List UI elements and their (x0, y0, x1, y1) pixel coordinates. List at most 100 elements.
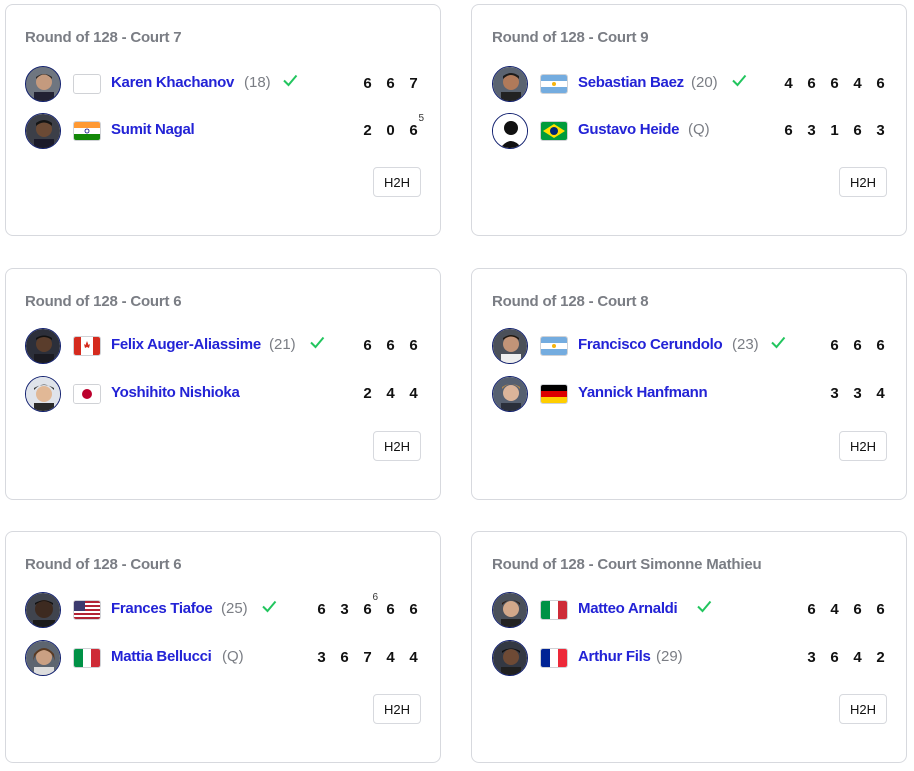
set-score: 3 (807, 122, 816, 139)
flag-icon (540, 384, 568, 404)
flag-icon (540, 600, 568, 620)
set-score: 6 (830, 75, 839, 92)
h2h-button[interactable]: H2H (373, 694, 421, 724)
player-seed: (29) (656, 648, 683, 665)
set-score-value: 6 (409, 122, 418, 139)
set-scores: 6 6 6 (356, 337, 425, 357)
player-row: Matteo Arnaldi 6 4 6 6 (492, 592, 892, 630)
set-scores: 3 6 4 2 (800, 649, 892, 669)
set-score: 4 (876, 385, 885, 402)
player-seed: (23) (732, 336, 759, 353)
h2h-button[interactable]: H2H (373, 431, 421, 461)
set-score: 6 (853, 337, 862, 354)
set-score: 6 (807, 601, 816, 618)
match-round-court: Round of 128 - Court 6 (25, 556, 182, 573)
player-name[interactable]: Gustavo Heide (578, 121, 679, 138)
set-score: 6 (853, 601, 862, 618)
player-row: Arthur Fils (29) 3 6 4 2 (492, 640, 892, 678)
set-score: 2 (363, 122, 372, 139)
h2h-button[interactable]: H2H (839, 694, 887, 724)
match-round-court: Round of 128 - Court 6 (25, 293, 182, 310)
player-name[interactable]: Felix Auger-Aliassime (111, 336, 261, 353)
player-name[interactable]: Yannick Hanfmann (578, 384, 708, 401)
player-seed: (25) (221, 600, 248, 617)
player-name[interactable]: Frances Tiafoe (111, 600, 213, 617)
set-score: 3 (876, 122, 885, 139)
player-avatar[interactable] (25, 66, 61, 102)
set-score: 2 (363, 385, 372, 402)
set-score: 7 (363, 649, 372, 666)
player-avatar[interactable] (25, 376, 61, 412)
tiebreak-score: 6 (372, 592, 378, 603)
set-score: 6 (830, 649, 839, 666)
set-score: 4 (853, 649, 862, 666)
player-avatar[interactable] (492, 328, 528, 364)
player-row: Frances Tiafoe (25) 6 3 66 6 6 (25, 592, 425, 630)
player-name[interactable]: Karen Khachanov (111, 74, 234, 91)
player-name[interactable]: Yoshihito Nishioka (111, 384, 240, 401)
player-avatar[interactable] (25, 113, 61, 149)
set-score: 6 (876, 601, 885, 618)
match-card: Round of 128 - Court 6 Frances Tiafoe (2… (5, 531, 441, 763)
set-score-value: 6 (363, 601, 372, 618)
winner-check-icon (697, 600, 712, 613)
match-card: Round of 128 - Court 9 Sebastian Baez (2… (471, 4, 907, 236)
player-seed: (Q) (688, 121, 710, 138)
player-name[interactable]: Matteo Arnaldi (578, 600, 678, 617)
player-name[interactable]: Francisco Cerundolo (578, 336, 723, 353)
player-row: Mattia Bellucci (Q) 3 6 7 4 4 (25, 640, 425, 678)
winner-check-icon (283, 74, 298, 87)
set-scores: 4 6 6 4 6 (777, 75, 892, 95)
set-score: 66 (356, 592, 379, 621)
player-name[interactable]: Sumit Nagal (111, 121, 195, 138)
player-avatar[interactable] (492, 66, 528, 102)
set-score: 3 (317, 649, 326, 666)
match-round-court: Round of 128 - Court 9 (492, 29, 649, 46)
player-row: Sebastian Baez (20) 4 6 6 4 6 (492, 66, 892, 104)
match-card: Round of 128 - Court 8 Francisco Cerundo… (471, 268, 907, 500)
set-scores: 2 0 65 (356, 113, 425, 142)
set-score: 4 (409, 649, 418, 666)
player-avatar[interactable] (492, 640, 528, 676)
player-avatar-placeholder[interactable] (492, 113, 528, 149)
set-score: 6 (340, 649, 349, 666)
set-score: 6 (386, 75, 395, 92)
player-name[interactable]: Sebastian Baez (578, 74, 684, 91)
h2h-button[interactable]: H2H (839, 167, 887, 197)
winner-check-icon (262, 600, 277, 613)
player-row: Karen Khachanov (18) 6 6 7 (25, 66, 425, 104)
match-card: Round of 128 - Court Simonne Mathieu Mat… (471, 531, 907, 763)
player-avatar[interactable] (25, 640, 61, 676)
set-score: 3 (853, 385, 862, 402)
set-score: 6 (876, 337, 885, 354)
flag-icon (540, 336, 568, 356)
match-card: Round of 128 - Court 6 Felix Auger-Alias… (5, 268, 441, 500)
player-avatar[interactable] (492, 376, 528, 412)
player-avatar[interactable] (25, 592, 61, 628)
set-scores: 6 6 6 (823, 337, 892, 357)
set-score: 6 (784, 122, 793, 139)
player-name[interactable]: Mattia Bellucci (111, 648, 212, 665)
set-score: 0 (386, 122, 395, 139)
player-name[interactable]: Arthur Fils (578, 648, 651, 665)
match-round-court: Round of 128 - Court Simonne Mathieu (492, 556, 762, 573)
h2h-button[interactable]: H2H (839, 431, 887, 461)
set-scores: 6 3 66 6 6 (310, 592, 425, 621)
set-score: 4 (386, 649, 395, 666)
flag-icon (540, 121, 568, 141)
player-seed: (21) (269, 336, 296, 353)
flag-icon (73, 384, 101, 404)
player-avatar[interactable] (25, 328, 61, 364)
player-avatar[interactable] (492, 592, 528, 628)
flag-icon (73, 648, 101, 668)
set-scores: 6 4 6 6 (800, 601, 892, 621)
set-score: 3 (830, 385, 839, 402)
flag-icon (73, 336, 101, 356)
set-score: 6 (386, 337, 395, 354)
tiebreak-score: 5 (418, 113, 424, 124)
set-score: 6 (317, 601, 326, 618)
player-seed: (Q) (222, 648, 244, 665)
set-score: 4 (784, 75, 793, 92)
flag-icon (540, 648, 568, 668)
h2h-button[interactable]: H2H (373, 167, 421, 197)
